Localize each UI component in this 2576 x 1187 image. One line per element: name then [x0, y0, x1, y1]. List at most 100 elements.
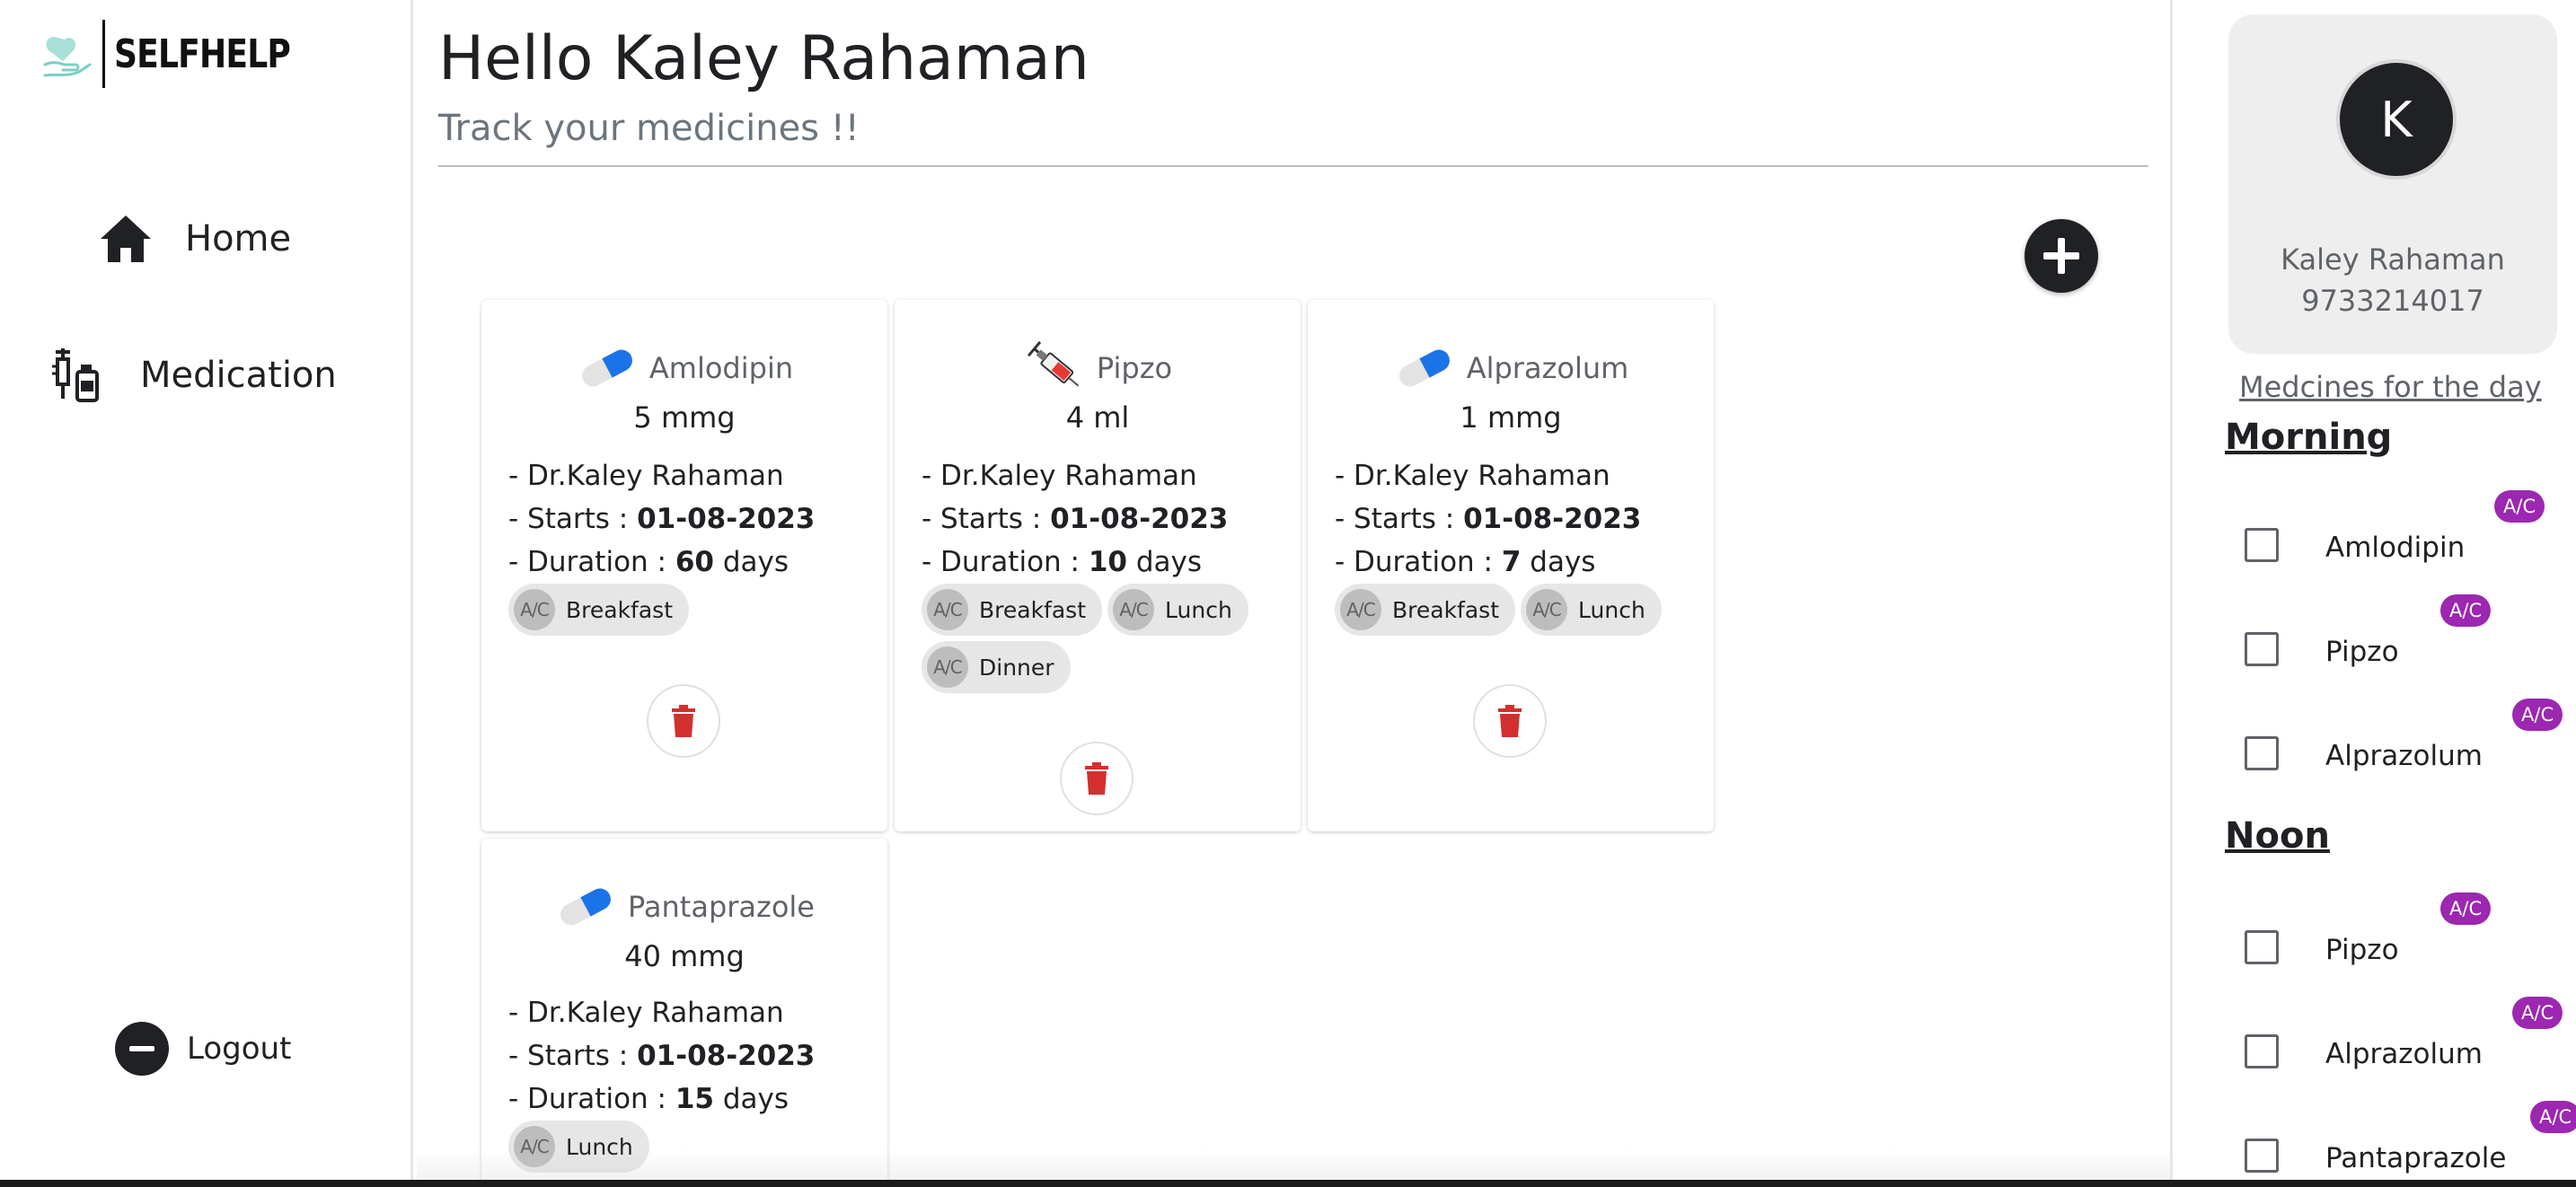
checkbox[interactable] — [2245, 1139, 2279, 1173]
medicine-start: - Starts : 01-08-2023 — [508, 1040, 816, 1072]
main-content: Hello Kaley Rahaman Track your medicines… — [417, 0, 2170, 1187]
status-badge: A/C — [2530, 1101, 2576, 1133]
medicine-name: Pantaprazole — [628, 890, 815, 924]
meal-chips: A/C Breakfast A/C Lunch — [1335, 584, 1694, 641]
medicine-name: Pipzo — [1096, 351, 1173, 385]
chip-avatar: A/C — [1340, 589, 1381, 630]
minus-circle-icon — [115, 1022, 169, 1076]
schedule-item-name: Alprazolum — [2325, 1038, 2483, 1070]
page-subtitle: Track your medicines !! — [438, 108, 860, 149]
schedule-item-name: Alprazolum — [2325, 740, 2483, 772]
nav-home-label: Home — [185, 218, 292, 259]
add-medicine-button[interactable] — [2025, 219, 2098, 293]
brand-logo[interactable]: SELFHELP — [40, 20, 329, 88]
pill-icon — [554, 880, 617, 934]
checkbox[interactable] — [2245, 1034, 2279, 1068]
checkbox[interactable] — [2245, 930, 2279, 964]
schedule-item-name: Amlodipin — [2325, 532, 2466, 564]
meal-chip[interactable]: A/C Lunch — [1521, 584, 1662, 636]
nav-medication[interactable]: Medication — [50, 341, 337, 409]
schedule-item[interactable]: Pantaprazole A/C — [2245, 1101, 2576, 1178]
checkbox[interactable] — [2245, 632, 2279, 666]
medicine-duration: - Duration : 10 days — [922, 546, 1203, 578]
chip-avatar: A/C — [1113, 589, 1155, 630]
checkbox[interactable] — [2245, 528, 2279, 562]
status-badge: A/C — [2440, 594, 2492, 627]
schedule-item[interactable]: Pipzo A/C — [2245, 892, 2568, 970]
right-panel: K Kaley Rahaman 9733214017 Medcines for … — [2170, 0, 2576, 1187]
medicine-duration: - Duration : 60 days — [508, 546, 790, 578]
status-badge: A/C — [2512, 997, 2563, 1029]
delete-button[interactable] — [647, 684, 720, 758]
medicine-dose: 4 ml — [1065, 400, 1130, 435]
profile-card: K Kaley Rahaman 9733214017 — [2228, 14, 2557, 354]
medicines-for-day-link[interactable]: Medcines for the day — [2239, 370, 2542, 404]
status-badge: A/C — [2494, 490, 2545, 523]
medicine-card: Pipzo 4 ml - Dr.Kaley Rahaman - Starts :… — [895, 300, 1301, 831]
status-badge: A/C — [2440, 892, 2492, 925]
medicine-dose: 1 mmg — [1460, 400, 1562, 435]
meal-chips: A/C Breakfast — [508, 584, 868, 641]
pill-icon — [1393, 341, 1456, 395]
nav-medication-label: Medication — [140, 355, 337, 396]
chip-avatar: A/C — [514, 589, 555, 630]
avatar[interactable]: K — [2336, 59, 2457, 180]
trash-icon — [1085, 762, 1108, 795]
nav-home[interactable]: Home — [97, 205, 291, 273]
profile-phone: 9733214017 — [2301, 284, 2484, 318]
medicine-dose: 40 mmg — [624, 939, 745, 973]
sidebar: SELFHELP Home Medication Logout — [0, 0, 413, 1187]
profile-name: Kaley Rahaman — [2280, 242, 2505, 277]
trash-icon — [1498, 705, 1522, 737]
pill-icon — [576, 341, 639, 395]
chip-avatar: A/C — [1526, 589, 1568, 630]
window-bottom-edge — [0, 1180, 2576, 1187]
section-noon: Noon — [2225, 815, 2330, 857]
meal-chip[interactable]: A/C Breakfast — [508, 584, 690, 636]
schedule-item-name: Pipzo — [2325, 934, 2399, 966]
medication-icon — [50, 347, 108, 404]
medicine-name: Amlodipin — [648, 351, 794, 385]
medicine-card: Pantaprazole 40 mmg - Dr.Kaley Rahaman -… — [481, 839, 887, 1187]
meal-chip[interactable]: A/C Breakfast — [1335, 584, 1516, 636]
section-morning: Morning — [2225, 417, 2393, 458]
chip-avatar: A/C — [927, 589, 968, 630]
status-badge: A/C — [2512, 699, 2563, 731]
medicine-doctor: - Dr.Kaley Rahaman — [508, 460, 784, 492]
checkbox[interactable] — [2245, 736, 2279, 770]
medicine-doctor: - Dr.Kaley Rahaman — [1335, 460, 1610, 492]
medicine-doctor: - Dr.Kaley Rahaman — [922, 460, 1197, 492]
brand-name: SELFHELP — [114, 31, 291, 77]
medicine-doctor: - Dr.Kaley Rahaman — [508, 997, 784, 1029]
schedule-item-name: Pantaprazole — [2325, 1142, 2507, 1174]
schedule-item[interactable]: Alprazolum A/C — [2245, 997, 2568, 1074]
schedule-item-name: Pipzo — [2325, 636, 2399, 668]
medicine-name: Alprazolum — [1466, 351, 1629, 385]
schedule-item[interactable]: Alprazolum A/C — [2245, 699, 2568, 776]
home-icon — [97, 210, 154, 268]
medicine-start: - Starts : 01-08-2023 — [922, 503, 1229, 535]
medicine-card: Amlodipin 5 mmg - Dr.Kaley Rahaman - Sta… — [481, 300, 887, 831]
delete-button[interactable] — [1060, 742, 1134, 815]
medicine-duration: - Duration : 15 days — [508, 1083, 790, 1115]
heart-hand-logo-icon — [43, 37, 92, 77]
chip-avatar: A/C — [927, 646, 968, 688]
medicine-start: - Starts : 01-08-2023 — [508, 503, 816, 535]
trash-icon — [672, 705, 695, 737]
meal-chip[interactable]: A/C Lunch — [1107, 584, 1248, 636]
meal-chip[interactable]: A/C Breakfast — [922, 584, 1103, 636]
logout-button[interactable]: Logout — [115, 1022, 291, 1076]
medicine-duration: - Duration : 7 days — [1335, 546, 1596, 578]
header-divider — [438, 165, 2148, 167]
delete-button[interactable] — [1473, 684, 1547, 758]
schedule-item[interactable]: Amlodipin A/C — [2245, 490, 2568, 567]
medicine-card: Alprazolum 1 mmg - Dr.Kaley Rahaman - St… — [1308, 300, 1714, 831]
meal-chips: A/C Breakfast A/C Lunch A/C Dinner — [922, 584, 1281, 699]
brand-divider — [102, 20, 105, 88]
medicine-dose: 5 mmg — [633, 400, 736, 435]
schedule-item[interactable]: Pipzo A/C — [2245, 594, 2568, 672]
meal-chip[interactable]: A/C Dinner — [922, 641, 1071, 693]
page-title: Hello Kaley Rahaman — [438, 23, 1090, 94]
medicine-start: - Starts : 01-08-2023 — [1335, 503, 1642, 535]
syringe-icon — [1023, 340, 1086, 395]
